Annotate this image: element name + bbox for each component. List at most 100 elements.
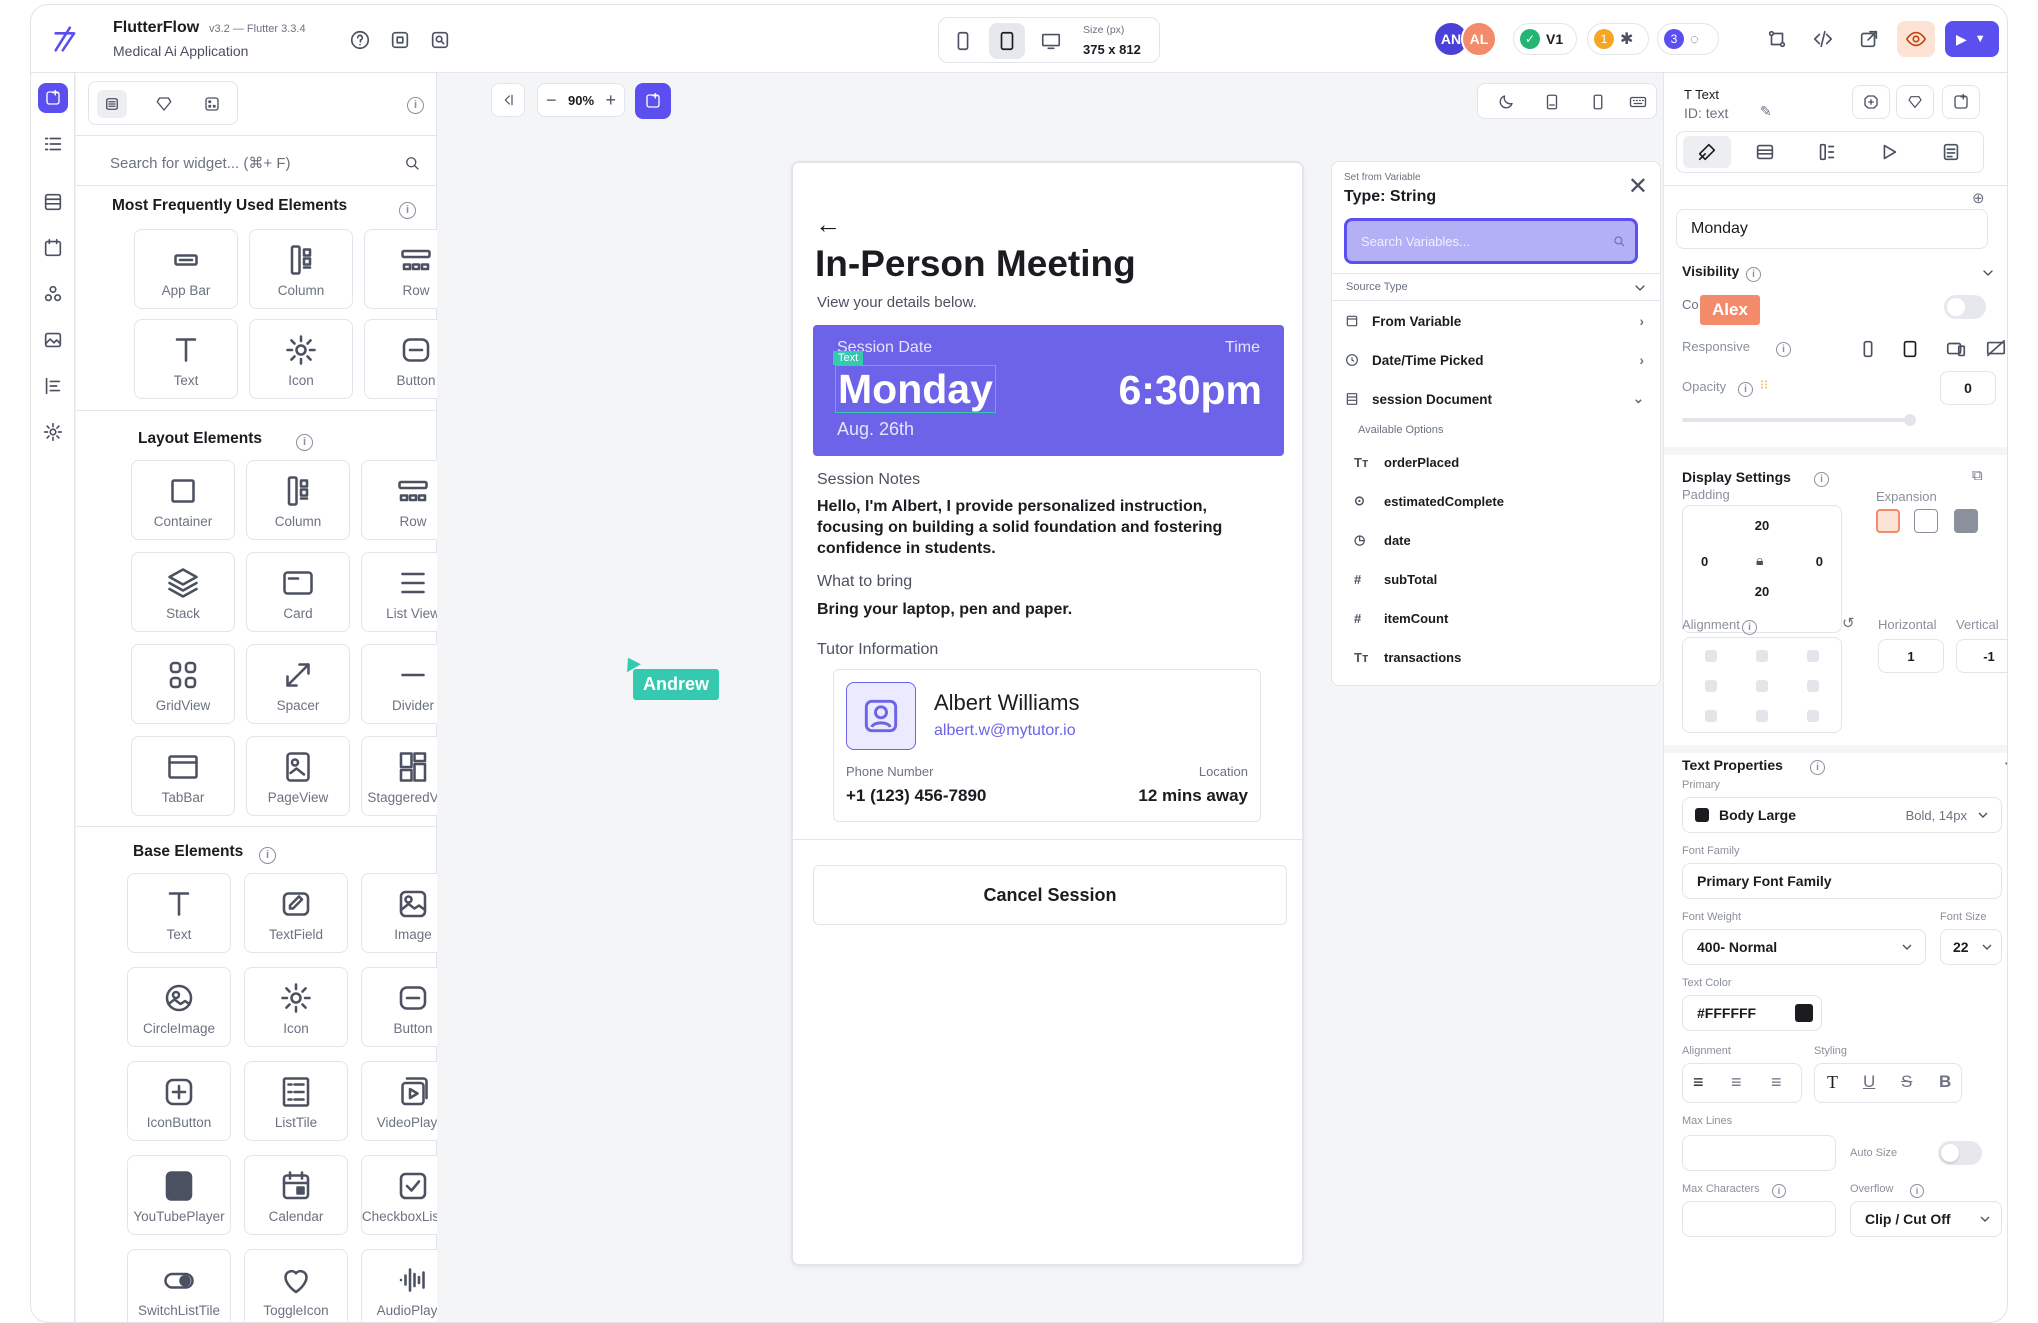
phone-visibility-icon[interactable] [1854, 335, 1882, 363]
phone-frame-icon[interactable] [1586, 90, 1610, 114]
lock-icon[interactable]: 🔒︎ [1756, 552, 1763, 569]
collapse-panel-icon[interactable] [491, 83, 525, 117]
phone-device-icon[interactable] [947, 25, 979, 57]
expansion-none-icon[interactable] [1876, 509, 1900, 533]
info-icon[interactable]: i [1738, 379, 1753, 397]
widget-tile-youtubeplayer[interactable]: YouTubePlayer [127, 1155, 231, 1235]
edit-pencil-icon[interactable]: ✎ [1760, 103, 1772, 120]
cancel-session-button[interactable]: Cancel Session [813, 865, 1287, 925]
day-text[interactable]: Monday [835, 365, 996, 413]
tablet-landscape-visibility-icon[interactable] [1942, 335, 1970, 363]
info-icon[interactable]: i [1772, 1181, 1786, 1198]
tablet-visibility-icon[interactable] [1896, 335, 1924, 363]
zoom-in-icon[interactable]: + [605, 90, 616, 111]
variable-option-row[interactable]: Tт orderPlaced [1332, 443, 1660, 481]
widget-tile-calendar[interactable]: Calendar [244, 1155, 348, 1235]
variable-source-row[interactable]: From Variable › [1332, 302, 1660, 340]
info-icon[interactable]: i [407, 95, 424, 114]
search-project-icon[interactable] [427, 27, 453, 53]
settings-gear-icon[interactable] [38, 417, 68, 447]
info-icon[interactable]: i [1776, 339, 1791, 357]
variable-option-row[interactable]: ⊙ estimatedComplete [1332, 482, 1660, 520]
widget-tile-circleimage[interactable]: CircleImage [127, 967, 231, 1047]
text-color-input[interactable]: #FFFFFF [1682, 995, 1822, 1031]
bold-icon[interactable]: B [1939, 1072, 1951, 1092]
text-value-input[interactable]: Monday [1676, 209, 1988, 249]
diamond-tab-icon[interactable] [149, 90, 179, 118]
padding-left[interactable]: 0 [1701, 554, 1708, 569]
session-card[interactable]: Session Date Time Text Monday 6:30pm Aug… [813, 325, 1284, 456]
visibility-toggle[interactable] [1944, 295, 1986, 319]
info-icon[interactable]: i [1810, 757, 1825, 775]
widget-tree-icon[interactable] [38, 129, 68, 159]
padding-bottom[interactable]: 20 [1683, 584, 1841, 599]
widget-search-input[interactable]: Search for widget... (⌘+ F) [110, 149, 410, 177]
branch-icon[interactable] [1763, 25, 1791, 53]
size-value[interactable]: 375 x 812 [1083, 42, 1141, 57]
chevron-down-icon[interactable]: ▼ [1975, 33, 1986, 45]
variable-source-row[interactable]: session Document ⌄ [1332, 380, 1660, 418]
dark-mode-icon[interactable] [1494, 90, 1518, 114]
pages-icon[interactable] [38, 233, 68, 263]
widget-tile-spacer[interactable]: Spacer [246, 644, 350, 724]
variable-option-row[interactable]: # itemCount [1332, 599, 1660, 637]
padding-top[interactable]: 20 [1683, 518, 1841, 533]
overflow-select[interactable]: Clip / Cut Off [1850, 1201, 2002, 1237]
align-left-icon[interactable]: ≡ [1693, 1072, 1704, 1093]
font-weight-select[interactable]: 400- Normal [1682, 929, 1926, 965]
widget-tile-listtile[interactable]: ListTile [244, 1061, 348, 1141]
horizontal-input[interactable]: 1 [1878, 639, 1944, 673]
variable-source-row[interactable]: Date/Time Picked › [1332, 341, 1660, 379]
tablet-device-icon[interactable] [989, 23, 1025, 59]
chevron-down-icon[interactable] [1978, 263, 1998, 283]
backend-query-icon[interactable] [1931, 136, 1971, 168]
widgets-tab-icon[interactable] [97, 90, 127, 118]
widget-tile-tabbar[interactable]: TabBar [131, 736, 235, 816]
components-icon[interactable] [38, 279, 68, 309]
zoom-out-icon[interactable]: − [546, 90, 557, 111]
text-style-select[interactable]: Body Large Bold, 14px [1682, 797, 2002, 833]
diamond-icon[interactable] [1896, 85, 1934, 119]
typography-icon[interactable]: T [1827, 1072, 1838, 1093]
widget-id[interactable]: ID: text [1684, 105, 1728, 121]
widget-tile-textfield[interactable]: TextField [244, 873, 348, 953]
info-icon[interactable]: i [1746, 264, 1761, 282]
storyboard-icon[interactable] [38, 187, 68, 217]
variable-option-row[interactable]: ◷ date [1332, 521, 1660, 559]
desktop-hidden-icon[interactable] [1982, 335, 2007, 363]
tutor-email[interactable]: albert.w@mytutor.io [934, 722, 1076, 740]
search-icon[interactable] [1610, 232, 1628, 250]
version-badge[interactable]: ✓ V1 [1513, 23, 1577, 55]
align-center-icon[interactable]: ≡ [1731, 1072, 1742, 1093]
keyboard-icon[interactable] [1624, 90, 1652, 114]
project-name[interactable]: Medical Ai Application [113, 43, 248, 59]
widget-tile-text[interactable]: Text [134, 319, 238, 399]
flutterflow-logo-icon[interactable] [47, 19, 87, 59]
alignment-grid[interactable] [1682, 637, 1842, 733]
align-right-icon[interactable]: ≡ [1771, 1072, 1782, 1093]
search-icon[interactable] [400, 151, 424, 175]
tutor-card[interactable]: Albert Williams albert.w@mytutor.io Phon… [833, 669, 1261, 822]
widget-tile-gridview[interactable]: GridView [131, 644, 235, 724]
vertical-input[interactable]: -1 [1956, 639, 2007, 673]
actions-play-icon[interactable] [1869, 136, 1909, 168]
info-icon[interactable]: i [259, 845, 276, 864]
underline-icon[interactable]: U [1863, 1072, 1875, 1092]
widget-tile-toggleicon[interactable]: ToggleIcon [244, 1249, 348, 1322]
expansion-expanded-icon[interactable] [1954, 509, 1978, 533]
max-lines-input[interactable] [1682, 1135, 1836, 1171]
expansion-flexible-icon[interactable] [1914, 509, 1938, 533]
widget-tile-switchlisttile[interactable]: SwitchListTile [127, 1249, 231, 1322]
widget-tile-column[interactable]: Column [249, 229, 353, 309]
column-tab-icon[interactable] [1807, 136, 1847, 168]
properties-tab-icon[interactable] [1683, 136, 1731, 168]
wrap-widget-icon[interactable] [1852, 85, 1890, 119]
text-styles-icon[interactable] [38, 371, 68, 401]
device-frame-icon[interactable] [1540, 90, 1564, 114]
opacity-input[interactable]: 0 [1940, 371, 1996, 405]
widget-tile-iconbutton[interactable]: IconButton [127, 1061, 231, 1141]
variable-option-row[interactable]: # subTotal [1332, 560, 1660, 598]
font-size-select[interactable]: 22 [1940, 929, 2002, 965]
widget-tile-card[interactable]: Card [246, 552, 350, 632]
info-icon[interactable]: i [1910, 1181, 1924, 1198]
